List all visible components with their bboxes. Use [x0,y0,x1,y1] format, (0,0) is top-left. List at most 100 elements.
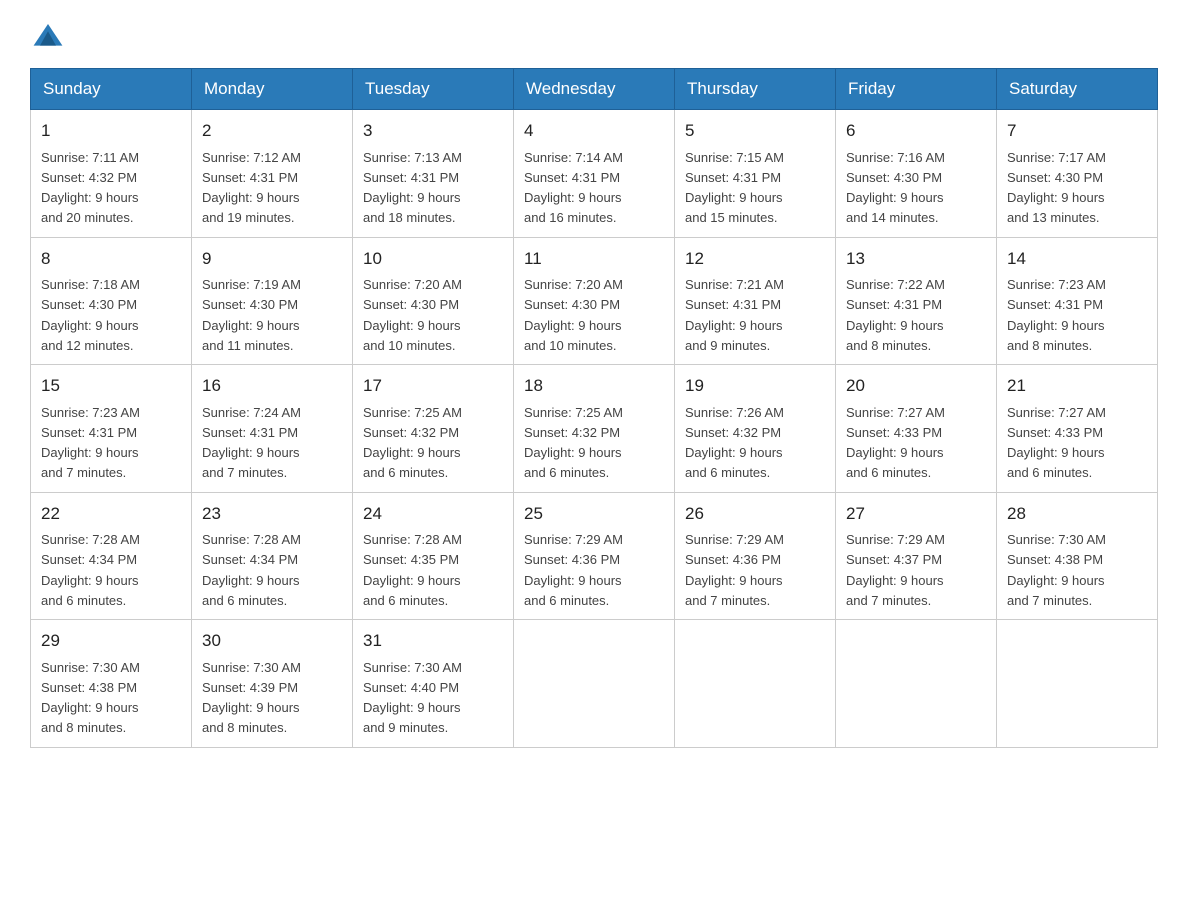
day-number: 18 [524,373,664,399]
day-info: Sunrise: 7:14 AMSunset: 4:31 PMDaylight:… [524,150,623,226]
day-info: Sunrise: 7:25 AMSunset: 4:32 PMDaylight:… [363,405,462,481]
calendar-cell: 28 Sunrise: 7:30 AMSunset: 4:38 PMDayligh… [997,492,1158,620]
day-number: 30 [202,628,342,654]
calendar-cell: 3 Sunrise: 7:13 AMSunset: 4:31 PMDaylight… [353,110,514,238]
calendar-cell: 9 Sunrise: 7:19 AMSunset: 4:30 PMDaylight… [192,237,353,365]
day-number: 14 [1007,246,1147,272]
calendar-cell [514,620,675,748]
day-number: 11 [524,246,664,272]
day-number: 4 [524,118,664,144]
day-number: 6 [846,118,986,144]
calendar-cell: 16 Sunrise: 7:24 AMSunset: 4:31 PMDayligh… [192,365,353,493]
day-info: Sunrise: 7:28 AMSunset: 4:35 PMDaylight:… [363,532,462,608]
calendar-week-row: 1Sunrise: 7:11 AMSunset: 4:32 PMDaylight… [31,110,1158,238]
day-info: Sunrise: 7:29 AMSunset: 4:36 PMDaylight:… [685,532,784,608]
day-number: 2 [202,118,342,144]
day-number: 9 [202,246,342,272]
day-number: 25 [524,501,664,527]
calendar-table: SundayMondayTuesdayWednesdayThursdayFrid… [30,68,1158,748]
calendar-cell: 15 Sunrise: 7:23 AMSunset: 4:31 PMDayligh… [31,365,192,493]
weekday-header-friday: Friday [836,69,997,110]
day-info: Sunrise: 7:20 AMSunset: 4:30 PMDaylight:… [524,277,623,353]
weekday-header-monday: Monday [192,69,353,110]
calendar-cell [675,620,836,748]
calendar-cell: 19 Sunrise: 7:26 AMSunset: 4:32 PMDayligh… [675,365,836,493]
logo [30,20,66,48]
day-info: Sunrise: 7:20 AMSunset: 4:30 PMDaylight:… [363,277,462,353]
day-info: Sunrise: 7:13 AMSunset: 4:31 PMDaylight:… [363,150,462,226]
day-number: 20 [846,373,986,399]
weekday-header-sunday: Sunday [31,69,192,110]
day-info: Sunrise: 7:18 AMSunset: 4:30 PMDaylight:… [41,277,140,353]
calendar-cell [836,620,997,748]
day-number: 28 [1007,501,1147,527]
day-number: 3 [363,118,503,144]
day-info: Sunrise: 7:19 AMSunset: 4:30 PMDaylight:… [202,277,301,353]
calendar-week-row: 15 Sunrise: 7:23 AMSunset: 4:31 PMDayligh… [31,365,1158,493]
day-number: 29 [41,628,181,654]
day-info: Sunrise: 7:24 AMSunset: 4:31 PMDaylight:… [202,405,301,481]
day-info: Sunrise: 7:23 AMSunset: 4:31 PMDaylight:… [41,405,140,481]
calendar-cell: 1Sunrise: 7:11 AMSunset: 4:32 PMDaylight… [31,110,192,238]
weekday-header-saturday: Saturday [997,69,1158,110]
day-info: Sunrise: 7:30 AMSunset: 4:40 PMDaylight:… [363,660,462,736]
calendar-cell: 10Sunrise: 7:20 AMSunset: 4:30 PMDayligh… [353,237,514,365]
weekday-header-thursday: Thursday [675,69,836,110]
day-info: Sunrise: 7:12 AMSunset: 4:31 PMDaylight:… [202,150,301,226]
day-info: Sunrise: 7:25 AMSunset: 4:32 PMDaylight:… [524,405,623,481]
day-number: 27 [846,501,986,527]
day-number: 8 [41,246,181,272]
day-info: Sunrise: 7:27 AMSunset: 4:33 PMDaylight:… [1007,405,1106,481]
day-info: Sunrise: 7:21 AMSunset: 4:31 PMDaylight:… [685,277,784,353]
day-info: Sunrise: 7:30 AMSunset: 4:38 PMDaylight:… [1007,532,1106,608]
calendar-cell: 23Sunrise: 7:28 AMSunset: 4:34 PMDayligh… [192,492,353,620]
calendar-cell: 21Sunrise: 7:27 AMSunset: 4:33 PMDayligh… [997,365,1158,493]
day-info: Sunrise: 7:22 AMSunset: 4:31 PMDaylight:… [846,277,945,353]
day-number: 16 [202,373,342,399]
calendar-cell: 12 Sunrise: 7:21 AMSunset: 4:31 PMDayligh… [675,237,836,365]
weekday-header-tuesday: Tuesday [353,69,514,110]
calendar-cell: 24Sunrise: 7:28 AMSunset: 4:35 PMDayligh… [353,492,514,620]
calendar-cell [997,620,1158,748]
day-info: Sunrise: 7:23 AMSunset: 4:31 PMDaylight:… [1007,277,1106,353]
day-info: Sunrise: 7:30 AMSunset: 4:38 PMDaylight:… [41,660,140,736]
calendar-cell: 6 Sunrise: 7:16 AMSunset: 4:30 PMDaylight… [836,110,997,238]
day-number: 13 [846,246,986,272]
day-number: 15 [41,373,181,399]
day-number: 12 [685,246,825,272]
logo-icon [32,20,64,52]
calendar-cell: 8 Sunrise: 7:18 AMSunset: 4:30 PMDaylight… [31,237,192,365]
weekday-header-row: SundayMondayTuesdayWednesdayThursdayFrid… [31,69,1158,110]
calendar-cell: 25 Sunrise: 7:29 AMSunset: 4:36 PMDayligh… [514,492,675,620]
calendar-cell: 22 Sunrise: 7:28 AMSunset: 4:34 PMDayligh… [31,492,192,620]
day-number: 17 [363,373,503,399]
day-info: Sunrise: 7:16 AMSunset: 4:30 PMDaylight:… [846,150,945,226]
day-number: 7 [1007,118,1147,144]
day-info: Sunrise: 7:29 AMSunset: 4:36 PMDaylight:… [524,532,623,608]
calendar-week-row: 22 Sunrise: 7:28 AMSunset: 4:34 PMDayligh… [31,492,1158,620]
calendar-cell: 2 Sunrise: 7:12 AMSunset: 4:31 PMDaylight… [192,110,353,238]
day-info: Sunrise: 7:29 AMSunset: 4:37 PMDaylight:… [846,532,945,608]
calendar-cell: 31Sunrise: 7:30 AMSunset: 4:40 PMDayligh… [353,620,514,748]
calendar-cell: 14 Sunrise: 7:23 AMSunset: 4:31 PMDayligh… [997,237,1158,365]
day-info: Sunrise: 7:28 AMSunset: 4:34 PMDaylight:… [41,532,140,608]
day-number: 19 [685,373,825,399]
calendar-cell: 29 Sunrise: 7:30 AMSunset: 4:38 PMDayligh… [31,620,192,748]
calendar-week-row: 29 Sunrise: 7:30 AMSunset: 4:38 PMDayligh… [31,620,1158,748]
day-number: 26 [685,501,825,527]
day-info: Sunrise: 7:28 AMSunset: 4:34 PMDaylight:… [202,532,301,608]
calendar-cell: 7 Sunrise: 7:17 AMSunset: 4:30 PMDaylight… [997,110,1158,238]
day-info: Sunrise: 7:15 AMSunset: 4:31 PMDaylight:… [685,150,784,226]
page-header [30,20,1158,48]
calendar-cell: 5 Sunrise: 7:15 AMSunset: 4:31 PMDaylight… [675,110,836,238]
day-number: 5 [685,118,825,144]
calendar-week-row: 8 Sunrise: 7:18 AMSunset: 4:30 PMDaylight… [31,237,1158,365]
calendar-cell: 26 Sunrise: 7:29 AMSunset: 4:36 PMDayligh… [675,492,836,620]
day-info: Sunrise: 7:17 AMSunset: 4:30 PMDaylight:… [1007,150,1106,226]
day-number: 1 [41,118,181,144]
day-info: Sunrise: 7:26 AMSunset: 4:32 PMDaylight:… [685,405,784,481]
calendar-cell: 18 Sunrise: 7:25 AMSunset: 4:32 PMDayligh… [514,365,675,493]
calendar-cell: 17 Sunrise: 7:25 AMSunset: 4:32 PMDayligh… [353,365,514,493]
calendar-cell: 27 Sunrise: 7:29 AMSunset: 4:37 PMDayligh… [836,492,997,620]
day-number: 22 [41,501,181,527]
